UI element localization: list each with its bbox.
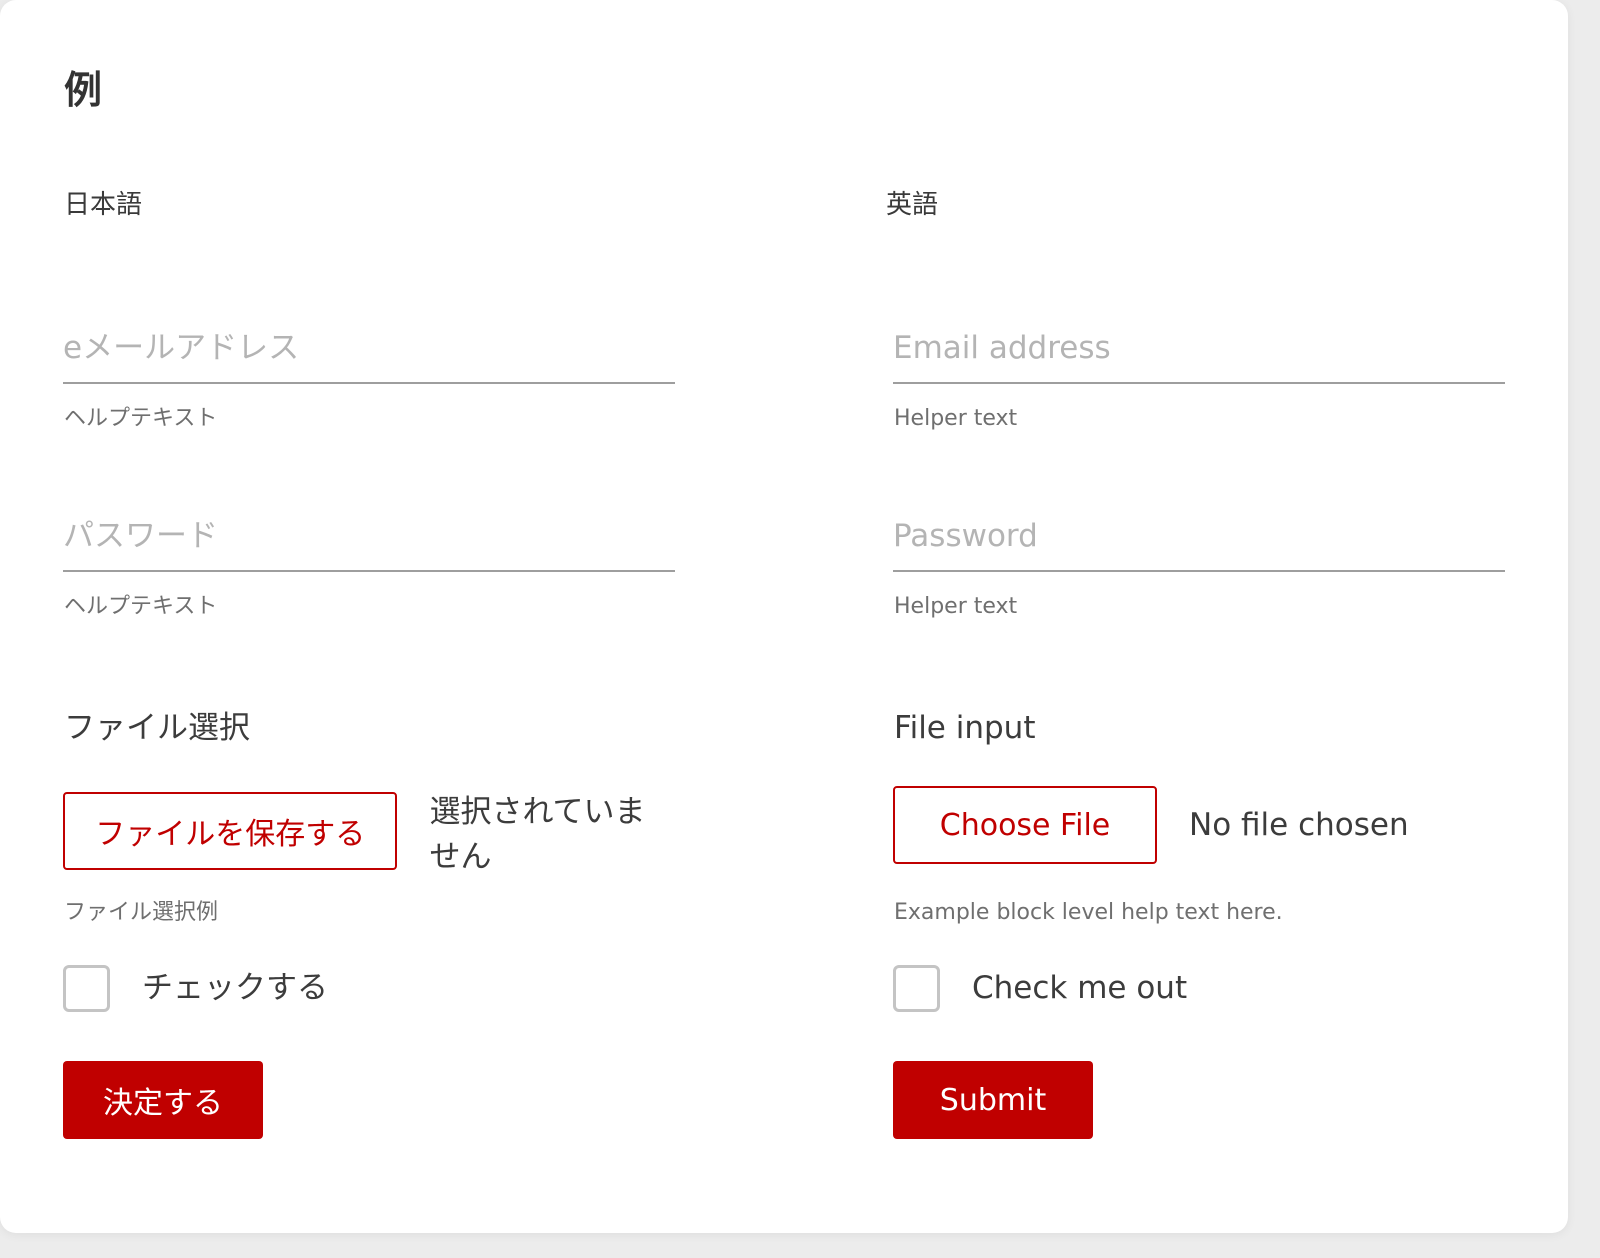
file-input-row-en: Choose File No file chosen [893,786,1409,864]
email-field-ja [63,328,675,384]
email-input-ja[interactable] [63,328,675,384]
form-example-card: 例 日本語 ヘルプテキスト ヘルプテキスト ファイル選択 ファイルを保存する 選… [0,0,1568,1233]
checkbox-en[interactable] [893,965,940,1012]
password-input-en[interactable] [893,516,1505,572]
page-title: 例 [64,68,103,112]
email-field-en [893,328,1505,384]
choose-file-button-en[interactable]: Choose File [893,786,1157,864]
email-helper-text-ja: ヘルプテキスト [64,406,218,431]
email-input-en[interactable] [893,328,1505,384]
submit-button-en[interactable]: Submit [893,1061,1093,1139]
password-helper-text-en: Helper text [894,594,1018,619]
file-status-ja: 選択されていません [429,794,646,875]
checkbox-label-en[interactable]: Check me out [972,970,1187,1007]
section-label-japanese: 日本語 [64,190,143,220]
file-input-row-ja: ファイルを保存する 選択されていません [63,786,675,876]
password-field-ja [63,516,675,572]
file-input-label-en: File input [894,710,1036,746]
email-helper-text-en: Helper text [894,406,1018,431]
file-status-en: No file chosen [1189,807,1409,843]
section-label-english: 英語 [886,190,939,220]
checkbox-ja[interactable] [63,965,110,1012]
file-helper-text-en: Example block level help text here. [894,900,1283,925]
checkbox-row-en[interactable]: Check me out [893,965,1187,1012]
choose-file-button-ja[interactable]: ファイルを保存する [63,792,398,870]
password-input-ja[interactable] [63,516,675,572]
password-field-en [893,516,1505,572]
file-helper-text-ja: ファイル選択例 [64,900,219,925]
file-input-label-ja: ファイル選択 [64,710,250,746]
checkbox-row-ja[interactable]: チェックする [63,965,328,1012]
password-helper-text-ja: ヘルプテキスト [64,594,218,619]
submit-button-ja[interactable]: 決定する [63,1061,263,1139]
checkbox-label-ja[interactable]: チェックする [142,970,328,1007]
